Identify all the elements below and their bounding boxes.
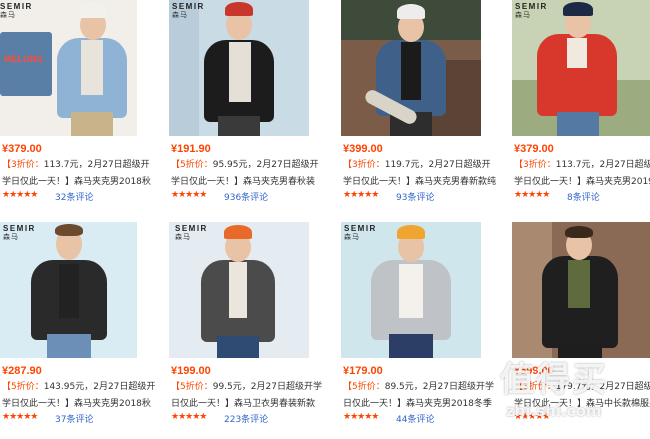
product-card[interactable]: SEMIR 森马 ¥287.90 【5折价：143.95元，2月27日超级开 学日仅…	[0, 222, 170, 439]
product-image[interactable]: SEMIR 森马	[169, 222, 309, 358]
rating-stars: ★★★★★	[343, 412, 379, 422]
product-price: ¥287.90	[2, 365, 42, 377]
brand-logo: SEMIR 森马	[0, 2, 33, 19]
rating-stars: ★★★★★	[514, 190, 550, 200]
jacket-flatlay-image: MELONS	[0, 32, 52, 96]
product-image[interactable]: SEMIR 森马	[169, 0, 309, 136]
brand-logo: SEMIR 森马	[515, 2, 548, 19]
rating-stars: ★★★★★	[343, 190, 379, 200]
product-title-link[interactable]: 【5折价：99.5元，2月27日超级开学 日仅此一天！】森马卫衣男春装新款	[171, 379, 336, 413]
brand-logo: SEMIR 森马	[3, 224, 36, 241]
product-card[interactable]: MELONS SEMIR 森马 ¥379.00 【3折价：113.7元，2月27日…	[0, 0, 170, 217]
product-image[interactable]	[341, 0, 481, 136]
product-card[interactable]: SEMIR 森马 ¥191.90 【5折价：95.95元，2月27日超级开 学日仅此…	[169, 0, 339, 217]
brand-logo: SEMIR 森马	[172, 2, 205, 19]
review-count-link[interactable]: 93条评论	[396, 190, 434, 203]
product-price: ¥191.90	[171, 143, 211, 155]
rating-stars: ★★★★★	[171, 190, 207, 200]
watermark-overlay: 值得买 zhi.shi.com	[498, 352, 648, 430]
brand-logo: SEMIR 森马	[344, 224, 377, 241]
product-title-link[interactable]: 【5折价：89.5元，2月27日超级开学 日仅此一天！】森马夹克男2018冬季	[343, 379, 508, 413]
product-card[interactable]: ¥399.00 【3折价：119.7元，2月27日超级开 学日仅此一天！】森马夹克…	[341, 0, 511, 217]
product-title-link[interactable]: 【5折价：95.95元，2月27日超级开 学日仅此一天！】森马夹克男春秋装	[171, 157, 336, 191]
product-image[interactable]: SEMIR 森马	[512, 0, 650, 136]
review-count-link[interactable]: 8条评论	[567, 190, 600, 203]
brand-logo: SEMIR 森马	[175, 224, 208, 241]
watermark-logo: 值得买	[500, 360, 608, 400]
rating-stars: ★★★★★	[2, 412, 38, 422]
product-image[interactable]	[512, 222, 650, 358]
product-image[interactable]: MELONS SEMIR 森马	[0, 0, 137, 136]
product-card[interactable]: SEMIR 森马 ¥199.00 【5折价：99.5元，2月27日超级开学 日仅此一…	[169, 222, 339, 439]
product-price: ¥379.00	[2, 143, 42, 155]
rating-stars: ★★★★★	[171, 412, 207, 422]
product-image[interactable]: SEMIR 森马	[0, 222, 137, 358]
product-price: ¥179.00	[343, 365, 383, 377]
product-image[interactable]: SEMIR 森马	[341, 222, 481, 358]
rating-stars: ★★★★★	[2, 190, 38, 200]
review-count-link[interactable]: 44条评论	[396, 412, 434, 425]
review-count-link[interactable]: 223条评论	[224, 412, 268, 425]
review-count-link[interactable]: 37条评论	[55, 412, 93, 425]
product-title-link[interactable]: 【3折价：113.7元，2月27日超级开 学日仅此一天！】森马夹克男2018秋	[2, 157, 167, 191]
product-title-link[interactable]: 【3折价：119.7元，2月27日超级开 学日仅此一天！】森马夹克男春新款纯	[343, 157, 508, 191]
product-card[interactable]: SEMIR 森马 ¥179.00 【5折价：89.5元，2月27日超级开学 日仅此一…	[341, 222, 511, 439]
backdrop-panel	[169, 0, 199, 136]
product-price: ¥379.00	[514, 143, 554, 155]
product-price: ¥199.00	[171, 365, 211, 377]
product-title-link[interactable]: 【5折价：143.95元，2月27日超级开 学日仅此一天！】森马夹克男2018秋	[2, 379, 167, 413]
review-count-link[interactable]: 32条评论	[55, 190, 93, 203]
review-count-link[interactable]: 936条评论	[224, 190, 268, 203]
watermark-url: zhi.shi.com	[506, 402, 602, 420]
product-title-link[interactable]: 【3折价：113.7元，2月27日超级开学日仅此一天！】森马夹克男2019春	[514, 157, 650, 191]
product-card[interactable]: SEMIR森马 ¥379.00 【3折价：113.7元，2月27日超级开学日仅此…	[512, 0, 650, 217]
product-price: ¥399.00	[343, 143, 383, 155]
